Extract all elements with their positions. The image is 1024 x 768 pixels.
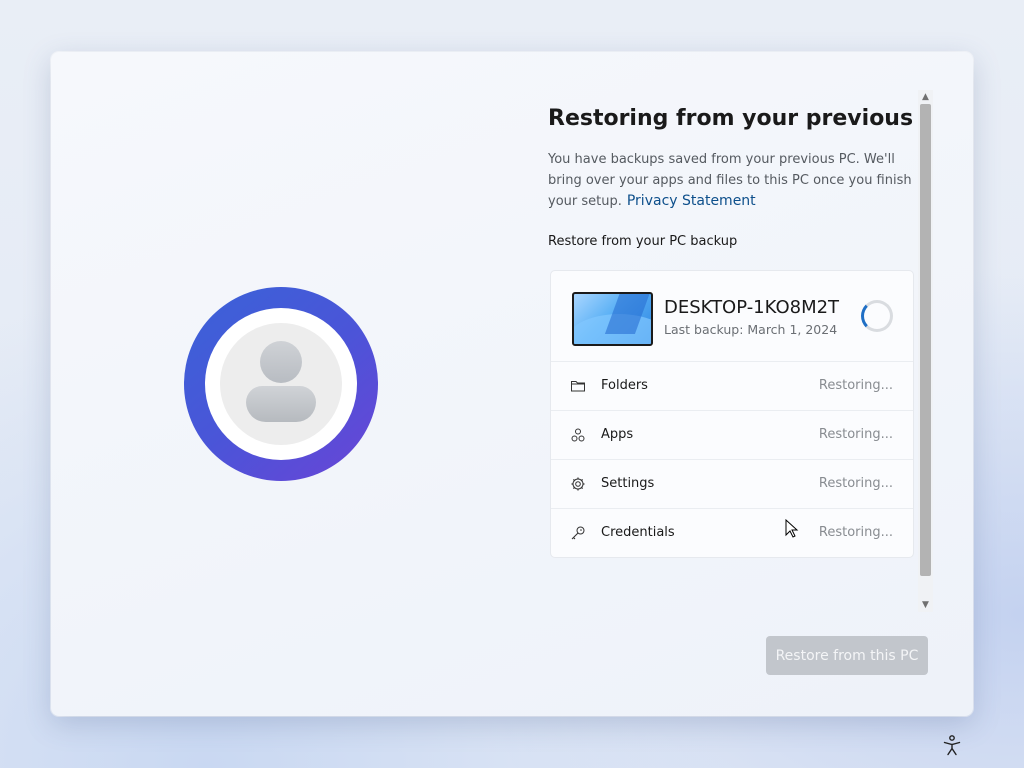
item-status: Restoring...	[818, 525, 893, 540]
avatar-body	[246, 386, 316, 422]
item-label: Folders	[601, 378, 648, 393]
list-item-folders: Folders Restoring...	[551, 362, 913, 411]
list-item-apps: Apps Restoring...	[551, 411, 913, 460]
avatar-head	[260, 341, 302, 383]
loading-spinner-icon	[861, 300, 893, 332]
privacy-statement-link[interactable]: Privacy Statement	[627, 193, 756, 209]
mouse-cursor-icon	[785, 519, 799, 538]
key-icon	[571, 526, 585, 540]
item-label: Apps	[601, 427, 634, 442]
avatar-white-ring	[205, 308, 357, 460]
apps-icon	[571, 428, 585, 442]
item-status: Restoring...	[818, 427, 893, 442]
accessibility-icon[interactable]	[942, 734, 962, 756]
restore-from-this-pc-button[interactable]: Restore from this PC	[766, 636, 928, 675]
backup-card-header: DESKTOP-1KO8M2T Last backup: March 1, 20…	[551, 271, 913, 362]
scrollbar-thumb[interactable]	[920, 104, 931, 576]
item-label: Credentials	[601, 525, 675, 540]
avatar-placeholder	[220, 323, 342, 445]
page-description: You have backups saved from your previou…	[548, 150, 918, 213]
scrollbar[interactable]: ▲ ▼	[918, 90, 933, 612]
page-title: Restoring from your previous PC ..	[548, 106, 928, 131]
section-label: Restore from your PC backup	[548, 234, 738, 249]
user-avatar	[184, 287, 378, 481]
pc-name: DESKTOP-1KO8M2T	[664, 297, 840, 318]
item-status: Restoring...	[818, 476, 893, 491]
folder-icon	[571, 381, 585, 392]
oobe-dialog: Restoring from your previous PC .. You h…	[51, 52, 973, 716]
scroll-up-arrow-icon[interactable]: ▲	[918, 90, 933, 104]
backup-card: DESKTOP-1KO8M2T Last backup: March 1, 20…	[550, 270, 914, 558]
scroll-down-arrow-icon[interactable]: ▼	[918, 598, 933, 612]
item-status: Restoring...	[818, 378, 893, 393]
item-label: Settings	[601, 476, 655, 491]
gear-icon	[571, 477, 585, 491]
list-item-credentials: Credentials Restoring...	[551, 509, 913, 558]
pc-thumbnail	[572, 292, 653, 346]
last-backup-date: Last backup: March 1, 2024	[664, 322, 838, 337]
list-item-settings: Settings Restoring...	[551, 460, 913, 509]
